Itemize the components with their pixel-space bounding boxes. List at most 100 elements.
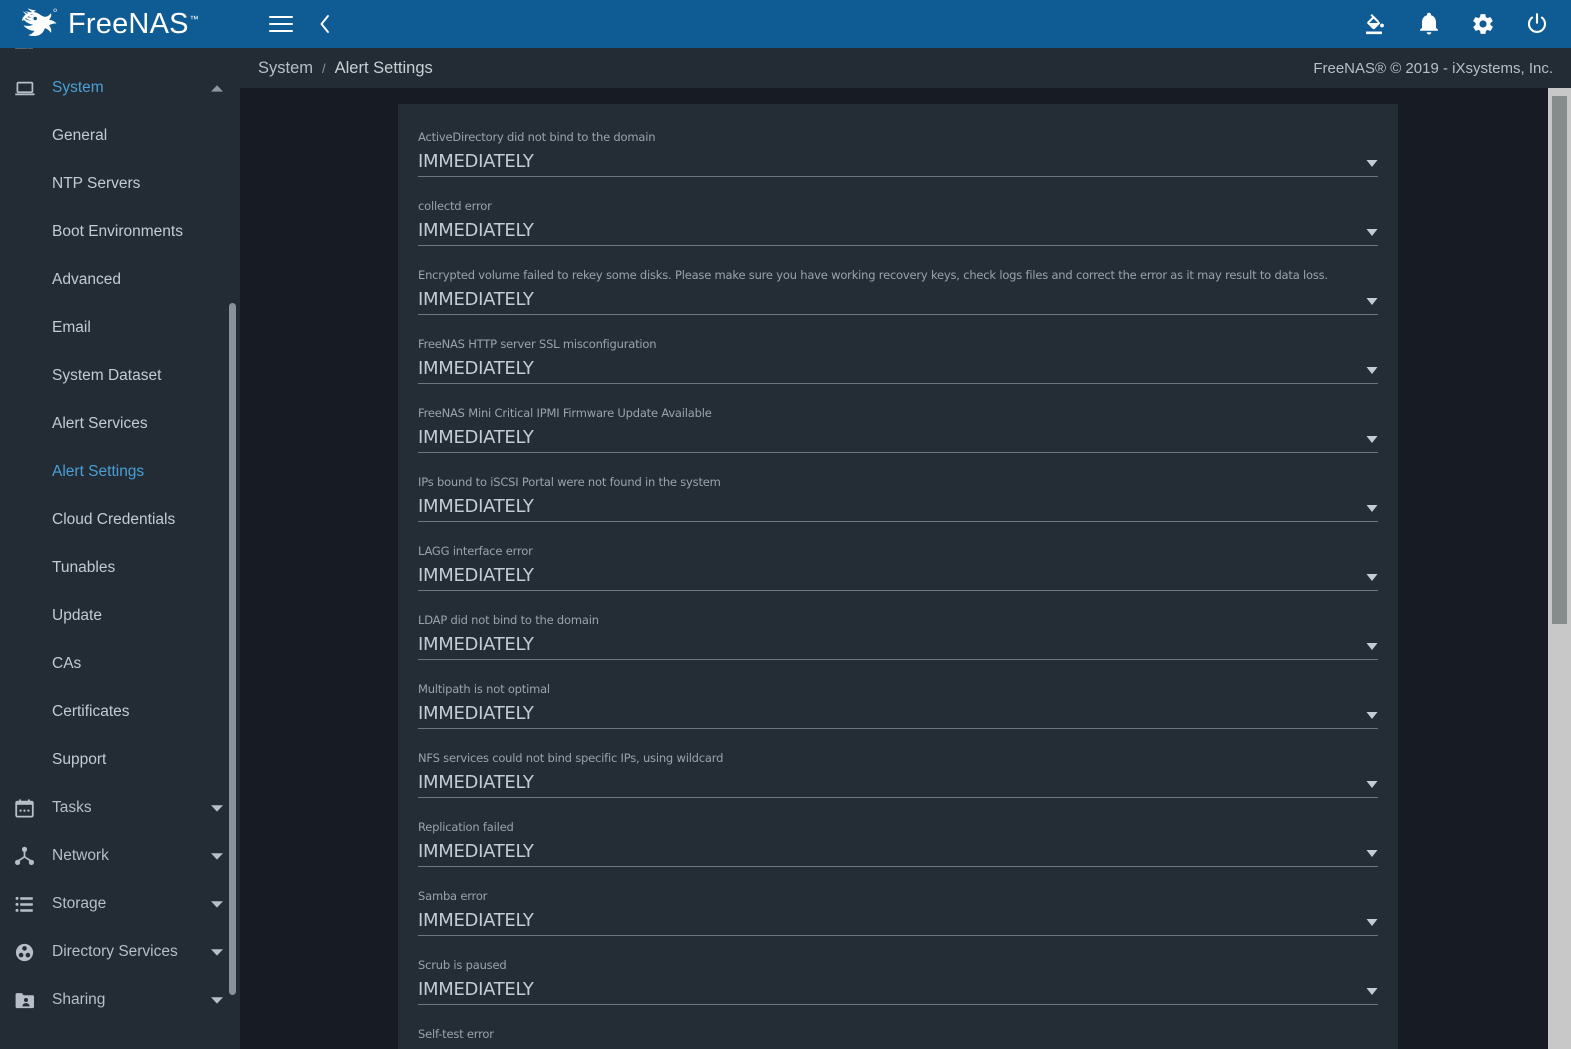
sidebar-group-directory-services[interactable]: Directory Services <box>0 928 240 976</box>
sidebar-item-label: Support <box>52 751 107 768</box>
sidebar-item-cas[interactable]: CAs <box>0 640 240 688</box>
breadcrumb-parent[interactable]: System <box>258 59 313 78</box>
hamburger-lines <box>269 11 293 37</box>
alert-frequency-select[interactable]: IMMEDIATELY <box>418 285 1378 315</box>
brand-logo-area: FreeNAS™ <box>0 0 240 48</box>
alert-setting-label: FreeNAS Mini Critical IPMI Firmware Upda… <box>418 406 712 420</box>
sharing-folder-icon <box>14 989 40 1011</box>
power-icon[interactable] <box>1523 0 1551 48</box>
theme-fill-icon[interactable] <box>1361 0 1389 48</box>
sidebar-group-sharing[interactable]: Sharing <box>0 976 240 1024</box>
alert-frequency-value: IMMEDIATELY <box>418 289 534 310</box>
sidebar-item-advanced[interactable]: Advanced <box>0 256 240 304</box>
alert-setting-row: Scrub is paused IMMEDIATELY <box>418 946 1378 1015</box>
alert-frequency-select[interactable]: IMMEDIATELY <box>418 354 1378 384</box>
dropdown-arrow-icon <box>1366 157 1378 169</box>
sidebar-group-accounts[interactable]: Accounts <box>0 48 240 64</box>
alert-setting-label: LDAP did not bind to the domain <box>418 613 599 627</box>
sidebar-group-system[interactable]: System <box>0 64 240 112</box>
alert-frequency-select[interactable]: IMMEDIATELY <box>418 630 1378 660</box>
alert-setting-row: Self-test error IMMEDIATELY <box>418 1015 1378 1049</box>
alert-frequency-select[interactable]: IMMEDIATELY <box>418 699 1378 729</box>
alert-setting-label: Scrub is paused <box>418 958 507 972</box>
sidebar-item-email[interactable]: Email <box>0 304 240 352</box>
calendar-icon <box>14 797 40 819</box>
sidebar-item-label: Boot Environments <box>52 223 183 240</box>
alert-frequency-select[interactable]: IMMEDIATELY <box>418 492 1378 522</box>
alert-frequency-select[interactable]: IMMEDIATELY <box>418 561 1378 591</box>
breadcrumb-current: Alert Settings <box>334 58 433 77</box>
alert-setting-row: IPs bound to iSCSI Portal were not found… <box>418 463 1378 532</box>
dropdown-arrow-icon <box>1366 985 1378 997</box>
hamburger-menu-icon[interactable] <box>258 0 304 48</box>
people-icon <box>14 48 40 51</box>
sidebar-item-support[interactable]: Support <box>0 736 240 784</box>
sidebar-item-cloud-credentials[interactable]: Cloud Credentials <box>0 496 240 544</box>
alert-setting-row: FreeNAS Mini Critical IPMI Firmware Upda… <box>418 394 1378 463</box>
sidebar-group-label: Tasks <box>52 799 92 816</box>
settings-gear-icon[interactable] <box>1469 0 1497 48</box>
sidebar-item-label: Cloud Credentials <box>52 511 176 528</box>
topbar-actions <box>1361 0 1571 48</box>
sidebar-item-label: Alert Settings <box>52 463 145 480</box>
alert-frequency-select[interactable]: IMMEDIATELY <box>418 216 1378 246</box>
dropdown-arrow-icon <box>1366 778 1378 790</box>
alert-setting-label: Multipath is not optimal <box>418 682 550 696</box>
chevron-down-icon <box>210 801 224 815</box>
dropdown-arrow-icon <box>1366 640 1378 652</box>
alert-setting-row: LAGG interface error IMMEDIATELY <box>418 532 1378 601</box>
alert-frequency-value: IMMEDIATELY <box>418 703 534 724</box>
chevron-up-icon <box>210 81 224 95</box>
sidebar-group-storage[interactable]: Storage <box>0 880 240 928</box>
sidebar-group-network[interactable]: Network <box>0 832 240 880</box>
sidebar-item-tunables[interactable]: Tunables <box>0 544 240 592</box>
collapse-sidebar-chevron-left-icon[interactable] <box>308 0 342 48</box>
content-scrollbar-track[interactable] <box>1548 88 1571 1049</box>
chevron-down-icon <box>210 993 224 1007</box>
alert-frequency-select[interactable]: IMMEDIATELY <box>418 837 1378 867</box>
alert-frequency-select[interactable]: IMMEDIATELY <box>418 975 1378 1005</box>
notifications-bell-icon[interactable] <box>1415 0 1443 48</box>
alert-frequency-value: IMMEDIATELY <box>418 565 534 586</box>
dropdown-arrow-icon <box>1366 847 1378 859</box>
sidebar-item-boot-environments[interactable]: Boot Environments <box>0 208 240 256</box>
alert-frequency-value: IMMEDIATELY <box>418 151 534 172</box>
sidebar-item-label: Email <box>52 319 91 336</box>
sidebar-item-general[interactable]: General <box>0 112 240 160</box>
sidebar-item-system-dataset[interactable]: System Dataset <box>0 352 240 400</box>
sidebar-scrollbar[interactable] <box>229 303 236 995</box>
alert-frequency-value: IMMEDIATELY <box>418 910 534 931</box>
alert-setting-label: Replication failed <box>418 820 514 834</box>
alert-frequency-select[interactable]: IMMEDIATELY <box>418 768 1378 798</box>
alert-setting-row: FreeNAS HTTP server SSL misconfiguration… <box>418 325 1378 394</box>
alert-setting-label: FreeNAS HTTP server SSL misconfiguration <box>418 337 657 351</box>
copyright-text: FreeNAS® © 2019 - iXsystems, Inc. <box>1313 59 1553 77</box>
directory-services-icon <box>14 941 40 963</box>
storage-icon <box>14 893 40 915</box>
sidebar-group-label: Network <box>52 847 109 864</box>
freenas-logo-icon <box>18 7 62 41</box>
sidebar-item-certificates[interactable]: Certificates <box>0 688 240 736</box>
alert-frequency-value: IMMEDIATELY <box>418 427 534 448</box>
laptop-icon <box>14 77 40 99</box>
sidebar-item-label: Tunables <box>52 559 116 576</box>
alert-setting-row: collectd error IMMEDIATELY <box>418 187 1378 256</box>
sidebar-item-ntp-servers[interactable]: NTP Servers <box>0 160 240 208</box>
sidebar-item-label: NTP Servers <box>52 175 141 192</box>
alert-frequency-select[interactable]: IMMEDIATELY <box>418 147 1378 177</box>
chevron-down-icon <box>210 897 224 911</box>
sidebar-group-tasks[interactable]: Tasks <box>0 784 240 832</box>
alert-frequency-select[interactable]: IMMEDIATELY <box>418 906 1378 936</box>
alert-frequency-select[interactable]: IMMEDIATELY <box>418 1044 1378 1049</box>
sidebar-item-alert-settings[interactable]: Alert Settings <box>0 448 240 496</box>
alert-frequency-select[interactable]: IMMEDIATELY <box>418 423 1378 453</box>
alert-setting-row: ActiveDirectory did not bind to the doma… <box>418 118 1378 187</box>
sidebar-item-label: Alert Services <box>52 415 148 432</box>
content-scrollbar-thumb[interactable] <box>1552 96 1567 624</box>
network-icon <box>14 845 40 867</box>
dropdown-arrow-icon <box>1366 571 1378 583</box>
sidebar-item-update[interactable]: Update <box>0 592 240 640</box>
main-content: ActiveDirectory did not bind to the doma… <box>240 88 1571 1049</box>
sidebar-group-label: Storage <box>52 895 107 912</box>
sidebar-item-alert-services[interactable]: Alert Services <box>0 400 240 448</box>
